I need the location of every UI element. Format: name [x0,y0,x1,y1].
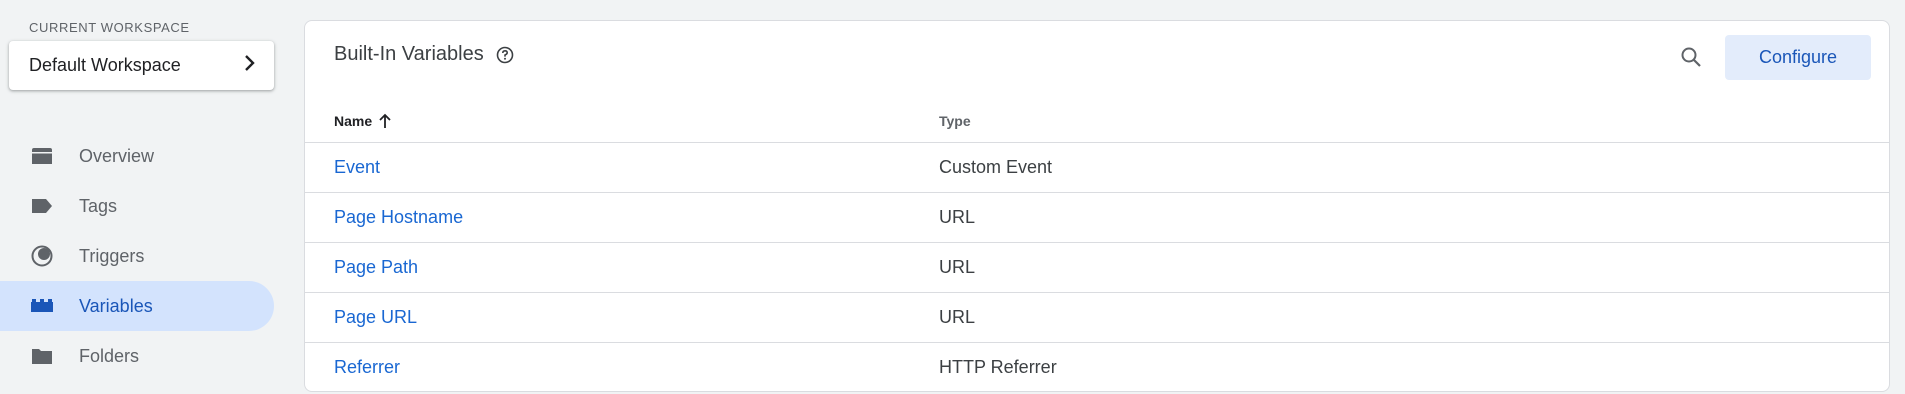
variable-name-link[interactable]: Referrer [334,357,400,378]
folder-icon [29,345,55,367]
overview-icon [29,145,55,167]
column-header-type[interactable]: Type [939,113,971,129]
sidebar-item-label: Variables [79,295,153,316]
variable-name-link[interactable]: Page Path [334,257,418,278]
table-row: Event Custom Event [305,143,1889,193]
variable-type: HTTP Referrer [939,357,1057,377]
search-icon [1679,45,1703,74]
variable-name-link[interactable]: Page Hostname [334,207,463,228]
help-icon[interactable] [496,46,514,64]
column-header-name-label: Name [334,113,373,129]
sidebar-item-label: Overview [79,145,155,166]
trigger-icon [29,245,55,267]
workspace-name: Default Workspace [29,55,181,75]
column-header-name[interactable]: Name [334,113,392,129]
variable-name-link[interactable]: Page URL [334,307,417,328]
sidebar-item-variables[interactable]: Variables [0,281,274,331]
sidebar-item-overview[interactable]: Overview [0,131,274,181]
sidebar-item-label: Folders [79,345,140,366]
variable-type: URL [939,207,976,227]
sidebar-item-folders[interactable]: Folders [0,331,274,381]
workspace-selector[interactable]: Default Workspace [9,41,274,90]
panel-title: Built-In Variables [334,43,484,65]
chevron-right-icon [244,54,256,77]
variables-table-body: Event Custom Event Page Hostname URL Pag… [305,143,1889,391]
sidebar-item-label: Triggers [79,245,145,266]
search-button[interactable] [1673,41,1709,77]
table-row: Referrer HTTP Referrer [305,343,1889,391]
variables-icon [29,295,55,317]
variables-panel: Built-In Variables Configure Name Type E… [304,20,1890,392]
sidebar: CURRENT WORKSPACE Default Workspace Over… [0,0,280,394]
variable-type: URL [939,257,976,277]
tag-icon [29,195,55,217]
table-row: Page URL URL [305,293,1889,343]
sidebar-item-tags[interactable]: Tags [0,181,274,231]
variable-type: URL [939,307,976,327]
sidebar-nav: Overview Tags Triggers Variables Folders [0,131,274,381]
table-row: Page Hostname URL [305,193,1889,243]
table-row: Page Path URL [305,243,1889,293]
panel-header: Built-In Variables [334,43,514,66]
sidebar-item-triggers[interactable]: Triggers [0,231,274,281]
variable-name-link[interactable]: Event [334,157,380,178]
variable-type: Custom Event [939,157,1053,177]
sort-ascending-icon [378,113,392,129]
workspace-label: CURRENT WORKSPACE [29,20,190,35]
configure-button[interactable]: Configure [1725,35,1871,80]
table-header: Name Type [305,101,1889,143]
sidebar-item-label: Tags [79,195,118,216]
